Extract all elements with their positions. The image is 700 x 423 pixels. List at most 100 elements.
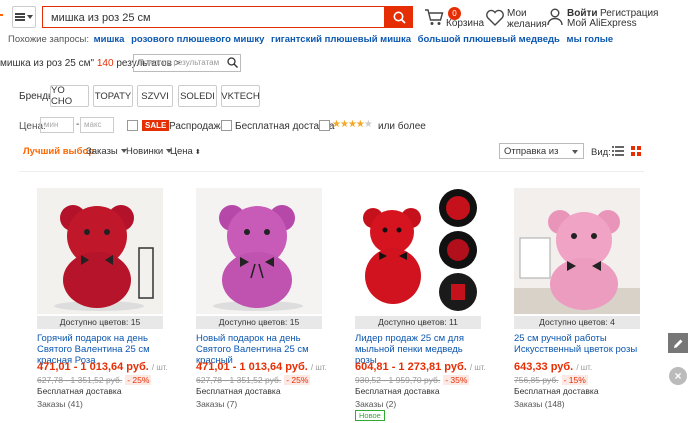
brand-topaty-button[interactable]: TOPATY xyxy=(93,85,133,107)
old-price-value: 627,78 - 1 351,52 руб. xyxy=(37,375,123,385)
search-button[interactable] xyxy=(385,6,413,28)
list-view-icon[interactable] xyxy=(612,146,624,156)
price-value: 471,01 - 1 013,64 руб. xyxy=(196,361,308,373)
price-min-input[interactable]: мин xyxy=(40,117,74,133)
rose-bear-image xyxy=(37,188,163,314)
categories-menu-button[interactable] xyxy=(12,6,36,28)
grid-view-icon[interactable] xyxy=(631,146,641,156)
sort-price[interactable]: Цена ⬍ xyxy=(170,146,201,157)
brand-szvvi-button[interactable]: SZVVI xyxy=(137,85,173,107)
product-image[interactable] xyxy=(37,188,163,314)
search-in-results-input[interactable]: Поиск по результатам xyxy=(133,54,241,72)
product-card[interactable] xyxy=(196,188,324,314)
chevron-down-icon xyxy=(572,150,578,154)
product-price: 643,33 руб. / шт. xyxy=(514,361,592,373)
price-unit: / шт. xyxy=(469,363,486,372)
ship-from-select[interactable]: Отправка из xyxy=(499,143,584,159)
chevron-down-icon xyxy=(27,15,33,19)
ship-from-label: Отправка из xyxy=(504,146,559,157)
orders-count[interactable]: Заказы (7) xyxy=(196,399,237,409)
price-value: 604,81 - 1 273,81 руб. xyxy=(355,361,467,373)
free-shipping: Бесплатная доставка xyxy=(37,386,122,396)
product-card[interactable] xyxy=(37,188,165,314)
brand-soledi-button[interactable]: SOLEDI xyxy=(178,85,217,107)
new-badge: Новое xyxy=(355,410,385,421)
brand-vktech-button[interactable]: VKTECH xyxy=(221,85,260,107)
product-title[interactable]: 25 см ручной работы Искусственный цветок… xyxy=(514,333,644,355)
old-price-value: 930,52 - 1 959,70 руб. xyxy=(355,375,441,385)
rose-bear-image xyxy=(196,188,322,314)
price-unit: / шт. xyxy=(310,363,327,372)
product-image[interactable] xyxy=(196,188,322,314)
similar-search-link[interactable]: мы голые xyxy=(567,34,614,45)
product-price: 471,01 - 1 013,64 руб. / шт. xyxy=(196,361,327,373)
star-icon: ★ xyxy=(355,119,365,130)
free-shipping-checkbox[interactable] xyxy=(221,120,232,131)
old-price-value: 627,78 - 1 351,52 руб. xyxy=(196,375,282,385)
available-colors: Доступно цветов: 15 xyxy=(37,316,163,329)
sale-checkbox[interactable] xyxy=(127,120,138,131)
available-colors: Доступно цветов: 4 xyxy=(514,316,640,329)
available-colors: Доступно цветов: 11 xyxy=(355,316,481,329)
similar-search-link[interactable]: большой плюшевый медведь xyxy=(418,34,560,45)
brand-yocho-button[interactable]: YO CHO xyxy=(50,85,89,107)
discount-badge: - 35% xyxy=(443,375,470,385)
sort-orders-label: Заказы xyxy=(86,146,118,157)
orders-count[interactable]: Заказы (2) xyxy=(355,399,396,409)
cart-link[interactable]: Корзина xyxy=(446,18,484,29)
search-icon xyxy=(393,11,406,24)
orders-count[interactable]: Заказы (41) xyxy=(37,399,83,409)
sort-updown-icon: ⬍ xyxy=(194,149,201,156)
close-icon[interactable]: × xyxy=(669,367,687,385)
similar-search-link[interactable]: гигантский плюшевый мишка xyxy=(271,34,411,45)
rating-stars: ★★★★★ xyxy=(332,119,373,130)
product-image[interactable] xyxy=(514,188,640,314)
old-price-value: 756,85 руб. xyxy=(514,375,559,385)
edit-button[interactable] xyxy=(668,333,688,353)
cart-icon[interactable] xyxy=(424,8,444,26)
menu-icon xyxy=(15,13,25,21)
old-price: 756,85 руб. - 15% xyxy=(514,375,588,385)
star-icon: ★ xyxy=(363,119,373,130)
search-input[interactable]: мишка из роз 25 см xyxy=(42,6,385,28)
sort-orders[interactable]: Заказы xyxy=(86,146,127,157)
user-icon xyxy=(547,8,563,26)
old-price: 627,78 - 1 351,52 руб. - 25% xyxy=(37,375,152,385)
discount-badge: - 25% xyxy=(125,375,152,385)
sale-label: Распродажа xyxy=(169,121,226,132)
similar-searches: Похожие запросы: мишка розового плюшевог… xyxy=(8,34,617,45)
price-dash: - xyxy=(76,119,80,130)
price-unit: / шт. xyxy=(151,363,168,372)
sale-tag: SALE xyxy=(142,120,170,131)
wishlist-label-2: желания xyxy=(507,19,547,30)
sort-best-match[interactable]: Лучший выбор xyxy=(23,146,94,157)
rose-bear-image xyxy=(355,188,481,314)
similar-search-link[interactable]: розового плюшевого мишку xyxy=(131,34,264,45)
product-price: 604,81 - 1 273,81 руб. / шт. xyxy=(355,361,486,373)
search-icon[interactable] xyxy=(227,57,238,68)
sort-price-label: Цена xyxy=(170,146,193,157)
similar-searches-label: Похожие запросы: xyxy=(8,34,89,45)
similar-search-link[interactable]: мишка xyxy=(94,34,125,45)
discount-badge: - 25% xyxy=(284,375,311,385)
product-image[interactable] xyxy=(355,188,481,314)
rating-checkbox[interactable] xyxy=(319,120,330,131)
free-shipping: Бесплатная доставка xyxy=(196,386,281,396)
wishlist-label-1: Мои xyxy=(507,8,527,19)
price-value: 471,01 - 1 013,64 руб. xyxy=(37,361,149,373)
rose-bear-image xyxy=(514,188,640,314)
sort-new[interactable]: Новинки xyxy=(126,146,173,157)
wishlist-link[interactable]: Мои желания xyxy=(507,8,547,30)
edit-icon xyxy=(673,339,682,348)
price-unit: / шт. xyxy=(576,363,593,372)
product-card[interactable] xyxy=(355,188,483,314)
my-account-link[interactable]: Мой AliExpress xyxy=(567,18,637,29)
heart-icon[interactable] xyxy=(485,9,505,27)
orders-count[interactable]: Заказы (148) xyxy=(514,399,565,409)
product-card[interactable] xyxy=(514,188,642,314)
rating-label: или более xyxy=(378,121,426,132)
price-max-input[interactable]: макс xyxy=(80,117,114,133)
old-price: 930,52 - 1 959,70 руб. - 35% xyxy=(355,375,470,385)
old-price: 627,78 - 1 351,52 руб. - 25% xyxy=(196,375,311,385)
product-price: 471,01 - 1 013,64 руб. / шт. xyxy=(37,361,168,373)
